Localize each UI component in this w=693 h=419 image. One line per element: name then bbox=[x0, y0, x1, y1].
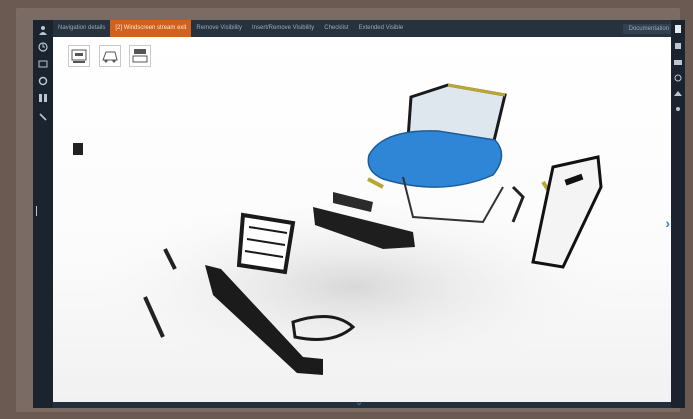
collapse-handle[interactable] bbox=[36, 206, 41, 216]
3d-viewport[interactable] bbox=[53, 37, 671, 402]
tab-extended-visible[interactable]: Extended Visible bbox=[354, 20, 409, 37]
person-icon[interactable] bbox=[38, 25, 48, 35]
tab-windscreen-stream-exit[interactable]: [2] Windscreen stream exit bbox=[110, 20, 192, 37]
app-window: Navigation details [2] Windscreen stream… bbox=[33, 20, 685, 408]
tab-navigation-details[interactable]: Navigation details bbox=[53, 20, 110, 37]
door-panel[interactable] bbox=[531, 155, 603, 269]
history-icon[interactable] bbox=[38, 42, 48, 52]
documentation-button[interactable]: Documentation bbox=[622, 23, 675, 34]
page-icon[interactable] bbox=[674, 25, 682, 33]
tab-remove-visibility[interactable]: Remove Visibility bbox=[191, 20, 247, 37]
top-tab-bar: Navigation details [2] Windscreen stream… bbox=[53, 20, 681, 37]
gear-icon[interactable] bbox=[38, 76, 48, 86]
settings-icon[interactable] bbox=[674, 74, 682, 82]
list-icon[interactable] bbox=[674, 42, 682, 50]
camera-icon[interactable] bbox=[674, 58, 682, 66]
image-icon[interactable] bbox=[38, 59, 48, 69]
small-part[interactable] bbox=[73, 143, 83, 155]
yellow-part-left[interactable] bbox=[367, 177, 384, 189]
wrench-icon[interactable] bbox=[38, 112, 48, 122]
expand-right-arrow-icon[interactable]: › bbox=[665, 215, 670, 231]
tab-insert-remove-visibility[interactable]: Insert/Remove Visibility bbox=[247, 20, 319, 37]
hood[interactable] bbox=[367, 130, 503, 188]
tab-checklist[interactable]: Checklist bbox=[319, 20, 353, 37]
grid-icon[interactable] bbox=[38, 93, 48, 103]
left-toolbar bbox=[33, 20, 53, 408]
hat-icon[interactable] bbox=[674, 90, 682, 98]
frame-bracket[interactable] bbox=[511, 185, 525, 223]
grille[interactable] bbox=[236, 212, 296, 275]
person-icon[interactable] bbox=[674, 106, 682, 114]
expand-bottom-arrow-icon[interactable]: ⌄ bbox=[355, 397, 363, 408]
exploded-car-model[interactable] bbox=[53, 37, 671, 402]
right-toolbar bbox=[671, 20, 685, 408]
